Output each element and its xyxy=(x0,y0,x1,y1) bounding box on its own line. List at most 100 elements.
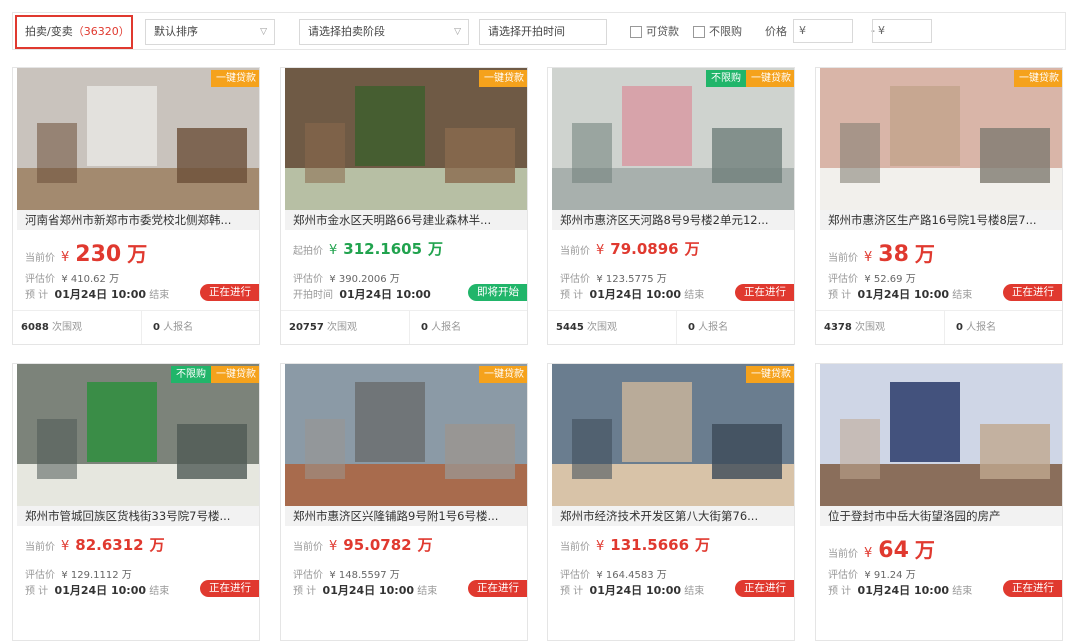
currency-symbol: ¥ xyxy=(596,243,605,258)
currency-symbol: ¥ xyxy=(329,539,338,554)
price-max-value: ¥ xyxy=(878,24,885,37)
tag-badge: 一键贷款 xyxy=(746,366,794,383)
price-unit: 万 xyxy=(417,536,433,554)
property-photo[interactable] xyxy=(820,364,1062,506)
property-photo[interactable]: 一键贷款 xyxy=(552,364,794,506)
listing-title[interactable]: 郑州市经济技术开发区第八大街第76... xyxy=(552,506,794,526)
listing-card[interactable]: 一键贷款 郑州市金水区天明路66号建业森林半... 起拍价 ¥312.1605 万评估价… xyxy=(280,67,528,345)
time-suffix: 结束 xyxy=(952,290,973,301)
estimate-row: 评估价 ¥ 148.5597 万 xyxy=(293,566,400,581)
estimate-value: ¥ 390.2006 万 xyxy=(329,274,400,285)
price-max-input[interactable]: ¥ xyxy=(872,19,932,43)
signup-count: 0 人报名 xyxy=(153,322,194,333)
time-row: 预 计 01月24日 10:00 结束 xyxy=(560,582,704,598)
listing-card[interactable]: 位于登封市中岳大街望洛园的房产 当前价 ¥64 万评估价 ¥ 91.24 万预 计 0… xyxy=(815,363,1063,641)
price-unit: 万 xyxy=(684,240,700,258)
listing-card[interactable]: 一键贷款郑州市惠济区兴隆铺路9号附1号6号楼... 当前价 ¥95.0782 万评估价… xyxy=(280,363,528,641)
price-value: 82.6312 xyxy=(75,536,144,554)
tag-badge: 不限购 xyxy=(706,70,746,87)
price-value: 64 xyxy=(878,538,909,563)
time-suffix: 结束 xyxy=(149,586,170,597)
property-photo[interactable]: 不限购 一键贷款 xyxy=(17,364,259,506)
listing-card[interactable]: 不限购 一键贷款 郑州市惠济区天河路8号9号楼2单元12... 当前价 ¥79.0896… xyxy=(547,67,795,345)
time-label: 开拍时间 xyxy=(293,290,333,301)
card-footer: 4378 次围观 0 人报名 xyxy=(816,310,1062,344)
property-photo[interactable]: 一键贷款 xyxy=(17,68,259,210)
tag-group: 一键贷款 xyxy=(479,366,527,383)
price-label: 当前价 xyxy=(25,542,55,553)
listing-card[interactable]: 不限购 一键贷款 郑州市管城回族区货栈街33号院7号楼... 当前价 ¥82.6312 万… xyxy=(12,363,260,641)
listing-title[interactable]: 郑州市惠济区兴隆铺路9号附1号6号楼... xyxy=(285,506,527,526)
time-value: 01月24日 10:00 xyxy=(589,288,682,301)
price-row: 当前价 ¥79.0896 万 xyxy=(560,238,700,259)
checkbox-box xyxy=(630,26,642,38)
time-suffix: 结束 xyxy=(149,290,170,301)
tab-label: 拍卖/变卖 xyxy=(25,25,73,38)
listing-card[interactable]: 一键贷款 河南省郑州市新郑市市委党校北侧郑韩... 当前价 ¥230 万评估价 ¥ 41… xyxy=(12,67,260,345)
start-time-input[interactable]: 请选择开拍时间 xyxy=(479,19,607,45)
listing-title[interactable]: 郑州市惠济区生产路16号院1号楼8层7... xyxy=(820,210,1062,230)
property-photo[interactable]: 一键贷款 xyxy=(285,364,527,506)
tag-badge: 一键贷款 xyxy=(479,366,527,383)
property-photo[interactable]: 不限购 一键贷款 xyxy=(552,68,794,210)
currency-symbol: ¥ xyxy=(329,243,338,258)
tab-auction[interactable]: 拍卖/变卖（36320） xyxy=(15,15,133,49)
property-photo[interactable]: 一键贷款 xyxy=(285,68,527,210)
tag-badge: 一键贷款 xyxy=(479,70,527,87)
listing-title[interactable]: 郑州市管城回族区货栈街33号院7号楼... xyxy=(17,506,259,526)
loan-checkbox[interactable]: 可贷款 xyxy=(630,24,679,40)
time-value: 01月24日 10:00 xyxy=(857,288,950,301)
currency-symbol: ¥ xyxy=(864,546,873,561)
start-time-placeholder: 请选择开拍时间 xyxy=(488,25,565,38)
price-row: 当前价 ¥131.5666 万 xyxy=(560,534,710,555)
estimate-row: 评估价 ¥ 123.5775 万 xyxy=(560,270,667,285)
price-value: 95.0782 xyxy=(343,536,412,554)
time-label: 预 计 xyxy=(560,586,584,597)
price-row: 当前价 ¥230 万 xyxy=(25,238,147,267)
time-value: 01月24日 10:00 xyxy=(322,584,415,597)
tag-badge: 一键贷款 xyxy=(211,70,259,87)
estimate-value: ¥ 123.5775 万 xyxy=(596,274,667,285)
sort-select[interactable]: 默认排序 ▽ xyxy=(145,19,275,45)
estimate-label: 评估价 xyxy=(25,570,55,581)
estimate-value: ¥ 148.5597 万 xyxy=(329,570,400,581)
tag-badge: 一键贷款 xyxy=(211,366,259,383)
card-footer: 20757 次围观 0 人报名 xyxy=(281,310,527,344)
price-label: 当前价 xyxy=(293,542,323,553)
price-value: 312.1605 xyxy=(343,240,423,258)
listing-title[interactable]: 位于登封市中岳大街望洛园的房产 xyxy=(820,506,1062,526)
time-value: 01月24日 10:00 xyxy=(857,584,950,597)
listing-title[interactable]: 河南省郑州市新郑市市委党校北侧郑韩... xyxy=(17,210,259,230)
price-min-input[interactable]: ¥ xyxy=(793,19,853,43)
time-row: 预 计 01月24日 10:00 结束 xyxy=(25,582,169,598)
currency-symbol: ¥ xyxy=(864,250,873,265)
stage-select[interactable]: 请选择拍卖阶段 ▽ xyxy=(299,19,469,45)
currency-symbol: ¥ xyxy=(61,539,70,554)
estimate-value: ¥ 164.4583 万 xyxy=(596,570,667,581)
loan-label: 可贷款 xyxy=(646,25,679,38)
time-label: 预 计 xyxy=(828,586,852,597)
price-label: 当前价 xyxy=(828,253,858,264)
time-label: 预 计 xyxy=(25,586,49,597)
estimate-value: ¥ 52.69 万 xyxy=(864,274,916,285)
time-label: 预 计 xyxy=(560,290,584,301)
listing-card[interactable]: 一键贷款 郑州市惠济区生产路16号院1号楼8层7... 当前价 ¥38 万评估价 ¥ 5… xyxy=(815,67,1063,345)
unlimited-checkbox[interactable]: 不限购 xyxy=(693,24,742,40)
listing-title[interactable]: 郑州市惠济区天河路8号9号楼2单元12... xyxy=(552,210,794,230)
property-photo[interactable]: 一键贷款 xyxy=(820,68,1062,210)
estimate-label: 评估价 xyxy=(828,570,858,581)
estimate-label: 评估价 xyxy=(560,570,590,581)
status-badge: 正在进行 xyxy=(735,284,794,301)
views-count: 4378 次围观 xyxy=(824,322,886,333)
divider xyxy=(141,311,142,344)
listing-card[interactable]: 一键贷款郑州市经济技术开发区第八大街第76... 当前价 ¥131.5666 万评估价… xyxy=(547,363,795,641)
price-row: 当前价 ¥82.6312 万 xyxy=(25,534,165,555)
tag-group: 一键贷款 xyxy=(746,366,794,383)
price-label: 起拍价 xyxy=(293,246,323,257)
estimate-row: 评估价 ¥ 52.69 万 xyxy=(828,270,916,285)
status-badge: 正在进行 xyxy=(468,580,527,597)
price-label: 当前价 xyxy=(560,246,590,257)
tag-group: 一键贷款 xyxy=(1014,70,1062,87)
listing-title[interactable]: 郑州市金水区天明路66号建业森林半... xyxy=(285,210,527,230)
signup-count: 0 人报名 xyxy=(688,322,729,333)
